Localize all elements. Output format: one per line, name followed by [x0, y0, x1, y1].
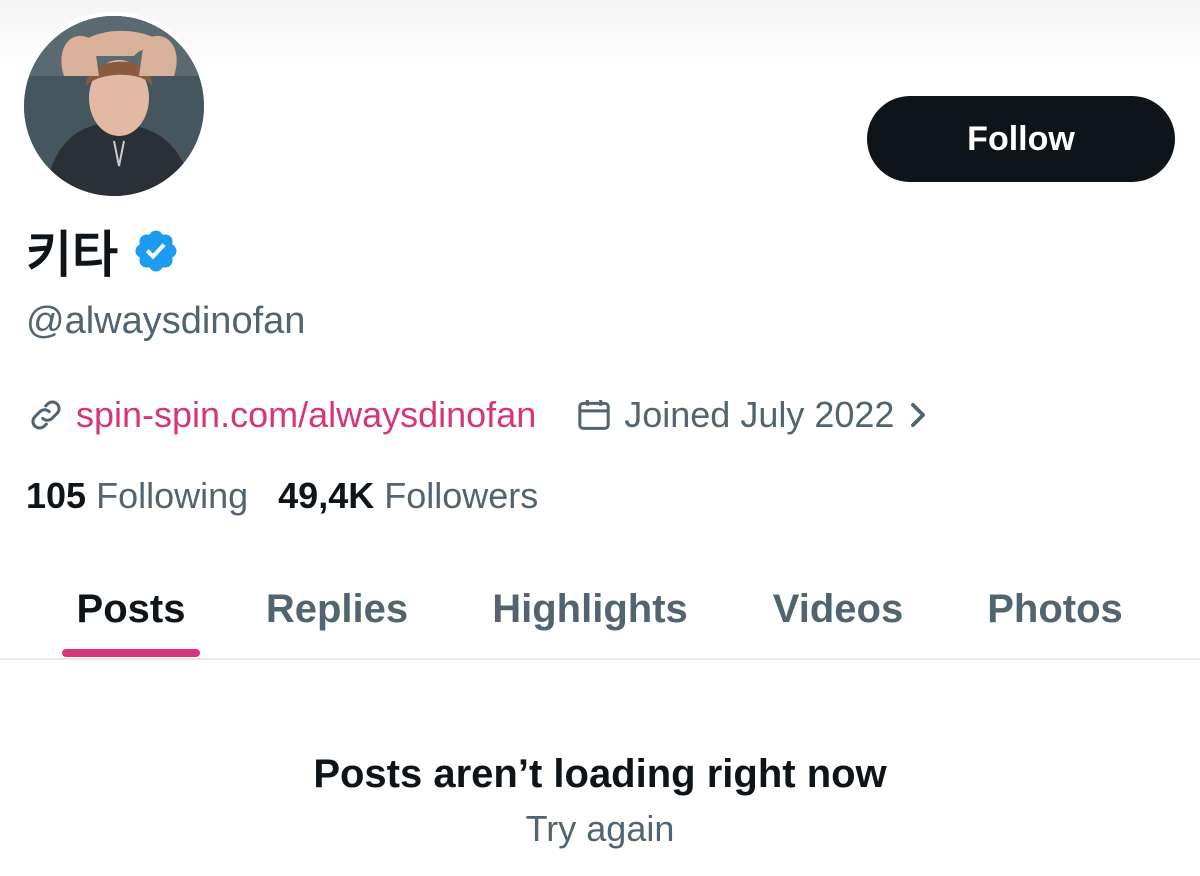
joined-date: Joined July 2022	[624, 394, 895, 435]
try-again-button[interactable]: Try again	[0, 808, 1200, 850]
display-name: 키타	[26, 226, 118, 284]
link-icon	[31, 400, 61, 430]
followers-count: 49,4K	[278, 475, 375, 516]
joined-item[interactable]: Joined July 2022	[574, 394, 942, 436]
tab-replies[interactable]: Replies	[242, 560, 432, 658]
tab-highlights[interactable]: Highlights	[468, 560, 712, 658]
following-count: 105	[26, 475, 87, 516]
feed-error-title: Posts aren’t loading right now	[313, 752, 887, 796]
follow-stats: 105 Following 49,4K Followers	[26, 472, 538, 520]
following-stat[interactable]: 105 Following	[26, 475, 248, 517]
followers-stat[interactable]: 49,4K Followers	[278, 475, 538, 517]
followers-label: Followers	[384, 475, 539, 516]
profile-meta: spin-spin.com/alwaysdinofan Joined July …	[26, 390, 942, 440]
chevron-right-icon	[911, 402, 926, 428]
profile-page: Follow 키타 @alwaysdinofan spin-spin.com/a…	[0, 0, 1200, 876]
tab-photos[interactable]: Photos	[962, 560, 1148, 658]
tab-videos[interactable]: Videos	[748, 560, 928, 658]
follow-button[interactable]: Follow	[867, 96, 1175, 182]
avatar-photo	[24, 16, 204, 196]
profile-tabs: Posts Replies Highlights Videos Photos	[0, 560, 1200, 660]
avatar[interactable]	[20, 12, 208, 200]
display-name-row: 키타	[26, 216, 180, 286]
following-label: Following	[96, 475, 249, 516]
website-item[interactable]: spin-spin.com/alwaysdinofan	[26, 394, 536, 436]
profile-handle: @alwaysdinofan	[26, 300, 306, 342]
active-tab-indicator	[62, 649, 200, 657]
website-link[interactable]: spin-spin.com/alwaysdinofan	[76, 394, 536, 436]
calendar-icon	[578, 400, 610, 430]
verified-badge-icon[interactable]	[132, 227, 180, 275]
tab-posts[interactable]: Posts	[40, 560, 222, 658]
